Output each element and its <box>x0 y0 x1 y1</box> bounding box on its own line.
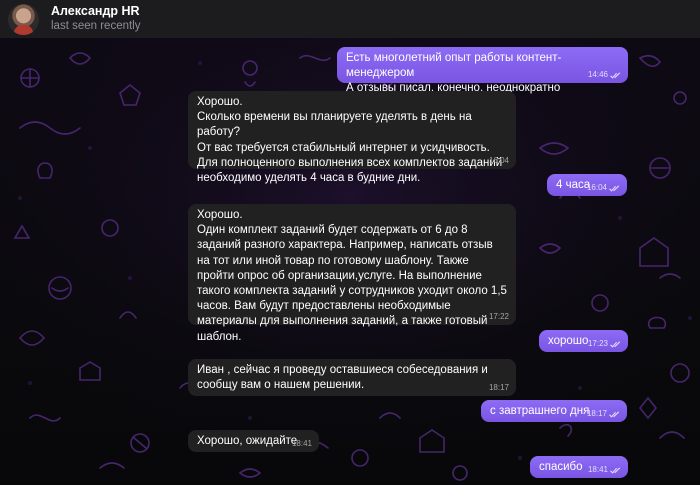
double-check-icon <box>609 410 620 418</box>
message-text: Хорошо. Один комплект заданий будет соде… <box>197 209 507 343</box>
incoming-message[interactable]: Иван , сейчас я проведу оставшиеся собес… <box>188 359 516 396</box>
message-time: 18:41 <box>587 465 608 474</box>
message-meta: 17:22 <box>489 312 509 322</box>
double-check-icon <box>609 184 620 192</box>
double-check-icon <box>610 466 621 474</box>
message-time: 14:46 <box>587 70 608 79</box>
outgoing-message[interactable]: с завтрашнего дня 18:17 <box>481 400 627 422</box>
message-text: Хорошо. Сколько времени вы планируете уд… <box>197 96 503 185</box>
incoming-message[interactable]: Хорошо, ожидайте 18:41 <box>188 430 319 452</box>
message-meta: 18:17 <box>489 383 509 393</box>
message-text: Иван , сейчас я проведу оставшиеся собес… <box>197 364 488 392</box>
message-meta: 18:41 <box>292 439 312 449</box>
message-time: 18:17 <box>586 409 607 418</box>
outgoing-message[interactable]: хорошо 17:23 <box>539 330 628 352</box>
message-meta: 18:17 <box>587 409 620 419</box>
outgoing-message[interactable]: 4 часа 16:04 <box>547 174 627 196</box>
message-time: 17:23 <box>587 339 608 348</box>
incoming-message[interactable]: Хорошо. Один комплект заданий будет соде… <box>188 204 516 343</box>
message-time: 17:22 <box>488 312 509 321</box>
chat-header[interactable]: Александр HR last seen recently <box>0 0 700 38</box>
message-meta: 17:23 <box>588 339 621 349</box>
outgoing-message[interactable]: спасибо 18:41 <box>530 456 628 478</box>
contact-name[interactable]: Александр HR <box>51 4 140 18</box>
message-meta: 16:04 <box>489 156 509 166</box>
contact-status: last seen recently <box>51 20 141 32</box>
outgoing-message[interactable]: Есть многолетний опыт работы контент-мен… <box>337 47 628 94</box>
message-time: 18:41 <box>291 439 312 448</box>
message-time: 18:17 <box>488 383 509 392</box>
double-check-icon <box>610 71 621 79</box>
chat-history[interactable]: Есть многолетний опыт работы контент-мен… <box>0 38 700 485</box>
message-time: 16:04 <box>586 183 607 192</box>
message-text: Есть многолетний опыт работы контент-мен… <box>346 52 562 95</box>
message-time: 16:04 <box>488 156 509 165</box>
avatar[interactable] <box>8 4 39 35</box>
message-meta: 18:41 <box>588 465 621 475</box>
message-meta: 16:04 <box>587 183 620 193</box>
message-meta: 14:46 <box>588 70 621 80</box>
incoming-message[interactable]: Хорошо. Сколько времени вы планируете уд… <box>188 91 516 184</box>
double-check-icon <box>610 340 621 348</box>
